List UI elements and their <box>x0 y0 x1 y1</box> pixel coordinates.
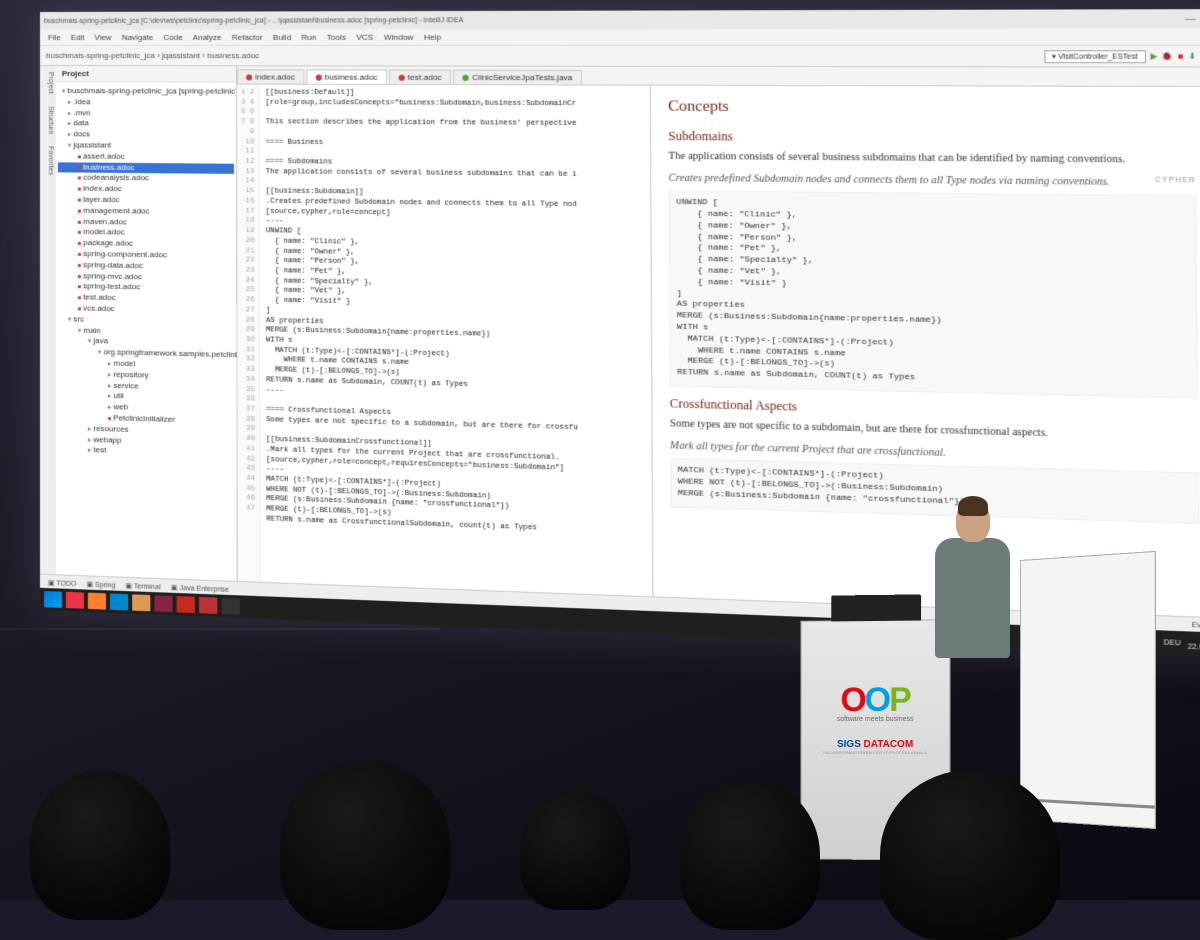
run-config-select[interactable]: ▾ VisitController_ESTest <box>1044 50 1146 63</box>
editor-area: index.adocbusiness.adoctest.adocClinicSe… <box>237 66 1200 617</box>
breadcrumb: buschmais-spring-petclinic_jca › jqassis… <box>46 51 259 60</box>
preview-h-subdomains: Subdomains <box>668 127 1195 149</box>
stop-icon[interactable]: ■ <box>1178 51 1184 61</box>
project-tool-window[interactable]: Project buschmais-spring-petclinic_jca [… <box>56 66 238 581</box>
toolstrip-structure[interactable]: Structure <box>42 106 54 135</box>
preview-lead-sub: Creates predefined Subdomain nodes and c… <box>669 171 1196 191</box>
project-title: Project <box>62 69 89 78</box>
taskbar-app[interactable] <box>132 594 150 611</box>
start-button[interactable] <box>44 591 62 608</box>
menu-navigate[interactable]: Navigate <box>122 33 154 42</box>
menu-analyze[interactable]: Analyze <box>193 33 222 42</box>
toolstrip-favorites[interactable]: Favorites <box>42 146 54 175</box>
minimize-button[interactable]: — <box>1185 13 1196 24</box>
menu-view[interactable]: View <box>94 33 111 42</box>
preview-code-sub: UNWIND [ { name: "Clinic" }, { name: "Ow… <box>669 190 1198 398</box>
audience <box>0 780 1200 900</box>
oop-logo: OOP <box>802 681 950 721</box>
menu-edit[interactable]: Edit <box>71 33 85 42</box>
tool-tab-todo[interactable]: ▣ TODO <box>48 578 76 587</box>
run-icon[interactable]: ▶ <box>1150 51 1157 61</box>
speaker-person <box>935 500 1010 700</box>
tool-tab-spring[interactable]: ▣ Spring <box>86 580 115 589</box>
left-tool-strip: Project Structure Favorites <box>40 66 56 574</box>
lang-badge: CYPHER <box>1155 175 1196 186</box>
taskbar-app[interactable] <box>110 593 128 610</box>
tree-node[interactable]: assert.adoc <box>58 151 234 163</box>
debug-icon[interactable]: 🐞 <box>1162 51 1174 61</box>
tray-language[interactable]: DEU <box>1163 639 1180 647</box>
code-content[interactable]: [[business:Default]] [role=group,include… <box>259 85 652 597</box>
menu-run[interactable]: Run <box>301 33 316 42</box>
oop-tagline: software meets business <box>802 716 950 723</box>
vcs-update-icon[interactable]: ⬇ <box>1188 51 1196 61</box>
taskbar-app[interactable] <box>177 596 195 613</box>
tray-clock[interactable]: 10:20 22.01.2019 <box>1188 635 1200 653</box>
menu-build[interactable]: Build <box>273 33 291 42</box>
taskbar-app[interactable] <box>66 592 84 609</box>
editor-tab[interactable]: business.adoc <box>306 69 387 83</box>
taskbar-app[interactable] <box>221 598 239 615</box>
sigs-logo: SIGS DATACOM <box>802 739 950 750</box>
window-titlebar: buschmais-spring-petclinic_jca [C:\dev\w… <box>40 9 1200 30</box>
tree-node[interactable]: .mvn <box>58 108 234 120</box>
editor-tab[interactable]: index.adoc <box>237 69 304 83</box>
event-log-button[interactable]: Event Log <box>1191 622 1200 631</box>
tree-node[interactable]: buschmais-spring-petclinic_jca [spring-p… <box>58 86 234 97</box>
menu-code[interactable]: Code <box>163 33 182 42</box>
editor-tab[interactable]: ClinicServiceJpaTests.java <box>453 70 582 85</box>
menu-refactor[interactable]: Refactor <box>232 33 263 42</box>
line-gutter: 1 2 3 4 5 6 7 8 9 10 11 12 13 14 15 16 1… <box>237 85 260 582</box>
stage-edge <box>0 628 440 630</box>
code-editor[interactable]: 1 2 3 4 5 6 7 8 9 10 11 12 13 14 15 16 1… <box>237 85 654 597</box>
taskbar-app[interactable] <box>199 597 217 614</box>
toolstrip-project[interactable]: Project <box>42 72 54 94</box>
tool-tab-java-enterprise[interactable]: ▣ Java Enterprise <box>171 583 229 593</box>
taskbar-app[interactable] <box>88 593 106 610</box>
menu-tools[interactable]: Tools <box>327 33 346 42</box>
sigs-tagline: FACHINFORMATIONEN FÜR IT-PROFESSIONALS <box>802 750 950 755</box>
menu-file[interactable]: File <box>48 33 61 42</box>
preview-p-subdomains: The application consists of several busi… <box>668 150 1195 169</box>
asciidoc-preview: Concepts Subdomains The application cons… <box>651 86 1200 618</box>
editor-tab[interactable]: test.adoc <box>389 70 451 85</box>
nav-toolbar: buschmais-spring-petclinic_jca › jqassis… <box>40 46 1200 68</box>
menubar: File Edit View Navigate Code Analyze Refactor B… <box>40 29 1200 46</box>
menu-vcs[interactable]: VCS <box>356 33 373 42</box>
menu-window[interactable]: Window <box>384 33 414 42</box>
menu-help[interactable]: Help <box>424 33 441 42</box>
laptop <box>831 594 921 621</box>
tree-node[interactable]: .idea <box>58 97 234 109</box>
window-title: buschmais-spring-petclinic_jca [C:\dev\w… <box>44 17 464 25</box>
tool-tab-terminal[interactable]: ▣ Terminal <box>125 581 160 590</box>
taskbar-app[interactable] <box>154 595 172 612</box>
preview-h-concepts: Concepts <box>668 96 1195 121</box>
